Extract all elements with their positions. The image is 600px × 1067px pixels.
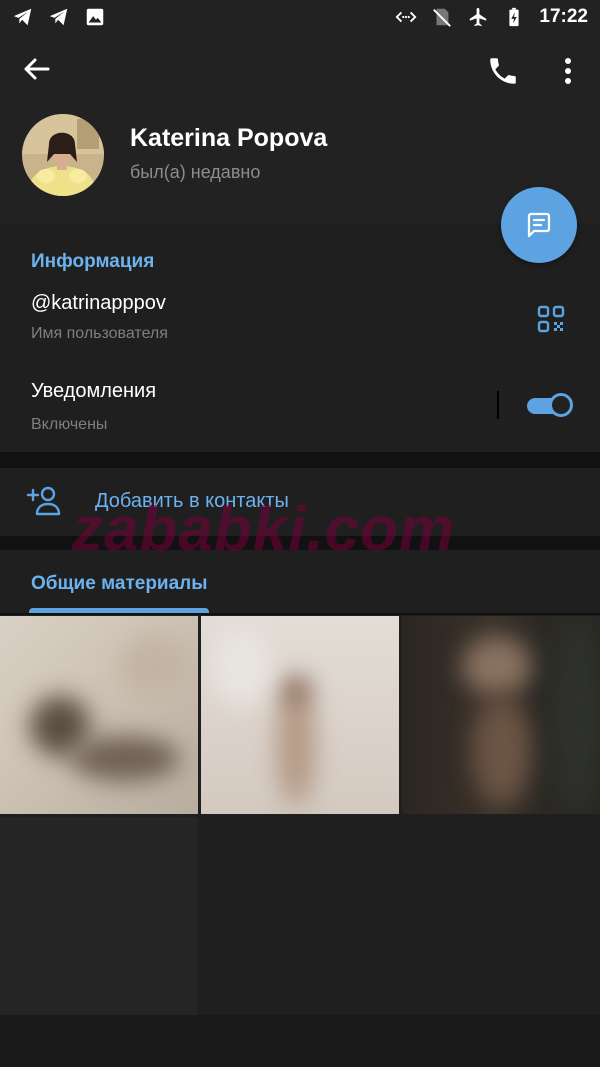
status-time: 17:22 [539,6,588,27]
profile-status: был(а) недавно [130,162,261,182]
media-thumbnail[interactable] [201,616,399,814]
message-icon [527,212,551,238]
add-person-icon [26,486,61,516]
image-icon [86,8,104,26]
username-label: Имя пользователя [31,325,168,342]
back-arrow-icon[interactable] [16,54,56,84]
status-bar: 17:22 [0,0,600,34]
more-vert-icon[interactable] [556,54,580,88]
no-sim-icon [433,8,452,27]
divider [0,613,600,615]
divider [497,391,499,419]
tab-shared-media[interactable]: Общие материалы [31,573,207,595]
telegram-icon [13,8,32,26]
phone-icon[interactable] [486,54,520,88]
notifications-toggle[interactable] [527,393,573,417]
notifications-status: Включены [31,416,108,433]
message-fab-button[interactable] [501,187,577,263]
add-contact-button[interactable]: Добавить в контакты [0,468,600,536]
data-saver-icon [395,11,417,23]
telegram-icon [49,8,68,26]
notifications-title[interactable]: Уведомления [31,380,156,403]
section-gap [0,452,600,468]
username-value[interactable]: @katrinapppov [31,292,166,315]
profile-name: Katerina Popova [130,124,328,152]
profile-header: Katerina Popova был(а) недавно [0,34,600,224]
add-contact-label: Добавить в контакты [95,490,289,512]
shared-media-section: Общие материалы [0,550,600,1067]
qr-code-icon[interactable] [537,305,565,333]
section-gap [0,536,600,550]
bottom-area [0,1015,600,1067]
avatar[interactable] [22,114,104,196]
airplane-icon [470,7,487,27]
info-section-title: Информация [31,251,155,272]
toggle-thumb [549,393,573,417]
battery-charging-icon [509,7,519,27]
media-thumbnail-placeholder[interactable] [0,817,198,1015]
media-thumbnail[interactable] [0,616,198,814]
media-thumbnail[interactable] [402,616,600,814]
info-section: Информация @katrinapppov Имя пользовател… [0,224,600,452]
